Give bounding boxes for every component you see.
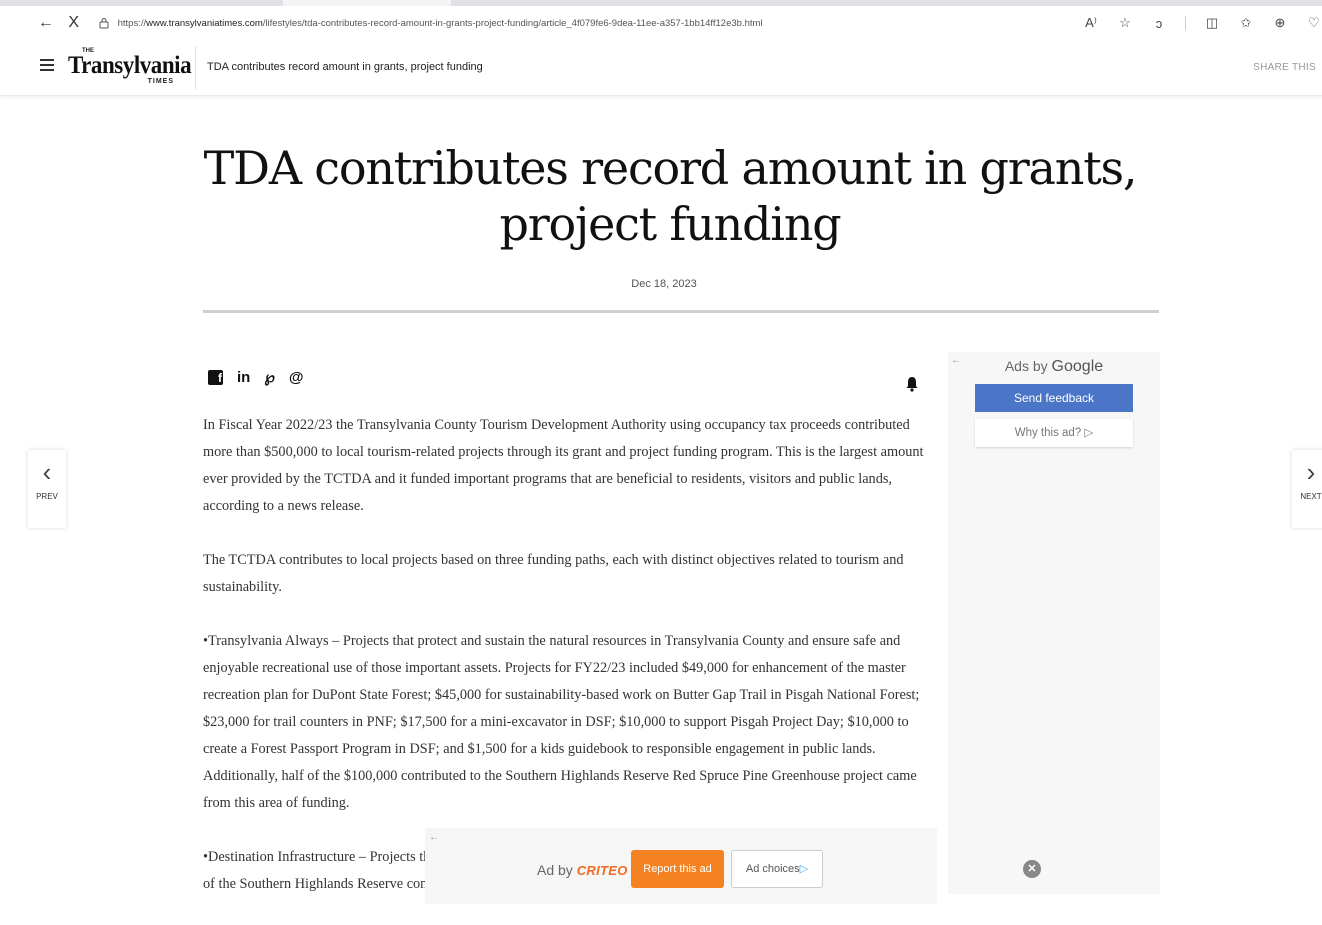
facebook-icon[interactable]: f <box>208 369 223 385</box>
article-headline: TDA contributes record amount in grants,… <box>203 141 1138 251</box>
ads-by-google-label: Ads by Google <box>948 358 1160 376</box>
logo-times: TIMES <box>147 78 174 85</box>
favorite-star-icon[interactable]: ☆ <box>1117 15 1133 31</box>
site-header: THE Transylvania TIMES TDA contributes r… <box>0 40 1322 96</box>
refresh-extension-icon[interactable]: ↄ <box>1151 16 1167 31</box>
stop-loading-icon[interactable]: X <box>62 14 86 32</box>
next-label: NEXT <box>1300 492 1322 501</box>
send-feedback-button[interactable]: Send feedback <box>975 384 1133 412</box>
collections-icon[interactable]: ⊕ <box>1272 15 1288 31</box>
pinterest-icon[interactable]: ℘ <box>264 368 274 386</box>
linkedin-icon[interactable]: in <box>237 369 250 386</box>
email-icon[interactable]: @ <box>289 369 304 386</box>
criteo-logo: CRITEO <box>576 863 628 878</box>
criteo-ad-bar: ← Ad by CRITEO Report this ad Ad choices… <box>425 828 937 904</box>
read-aloud-icon[interactable]: A⁾ <box>1083 15 1099 31</box>
favorites-icon[interactable]: ✩ <box>1238 15 1254 31</box>
why-this-ad-button[interactable]: Why this ad? ▷ <box>975 419 1133 447</box>
browser-toolbar: ← X https://www.transylvaniatimes.com/li… <box>0 0 1322 40</box>
lock-icon <box>99 18 109 29</box>
google-ad-panel: ← Ads by Google Send feedback Why this a… <box>948 352 1160 894</box>
article-paragraph: •Transylvania Always – Projects that pro… <box>203 633 920 811</box>
browser-essentials-icon[interactable]: ♡ <box>1306 15 1322 31</box>
notification-bell-icon[interactable] <box>905 376 919 392</box>
back-icon[interactable]: ← <box>34 14 58 32</box>
article-date: Dec 18, 2023 <box>631 278 697 290</box>
url-domain: www.transylvaniatimes.com <box>146 17 263 29</box>
ad-by-text: Ad by <box>537 862 577 878</box>
header-article-title: TDA contributes record amount in grants,… <box>207 61 483 73</box>
share-toolbar: f in ℘ @ <box>208 368 303 386</box>
site-logo[interactable]: THE Transylvania TIMES <box>68 48 192 86</box>
active-tab-indicator <box>283 0 451 6</box>
address-bar[interactable]: https://www.transylvaniatimes.com/lifest… <box>98 10 1075 36</box>
criteo-back-icon[interactable]: ← <box>429 832 439 843</box>
report-ad-button[interactable]: Report this ad <box>631 850 724 888</box>
url-prefix: https:// <box>117 17 147 29</box>
prev-label: PREV <box>36 492 58 501</box>
next-article-button[interactable]: › NEXT <box>1292 450 1322 528</box>
chevron-left-icon: ‹ <box>42 457 52 487</box>
url-path: /lifestyles/tda-contributes-record-amoun… <box>262 17 763 29</box>
logo-wordmark: Transylvania <box>68 52 192 79</box>
ads-by-text: Ads by <box>1004 358 1052 374</box>
ad-choices-button[interactable]: Ad choices▷ <box>731 850 823 888</box>
headline-divider <box>203 310 1159 313</box>
share-this-button[interactable]: SHARE THIS <box>1253 62 1316 73</box>
prev-article-button[interactable]: ‹ PREV <box>28 450 66 528</box>
article-paragraph: The TCTDA contributes to local projects … <box>203 552 904 595</box>
split-screen-icon[interactable]: ◫ <box>1204 15 1220 31</box>
ad-choices-label: Ad choices <box>745 863 800 875</box>
chevron-right-icon: › <box>1306 457 1316 487</box>
ad-by-criteo-label: Ad by CRITEO <box>537 862 628 878</box>
close-ad-icon[interactable]: ✕ <box>1023 860 1041 878</box>
article-paragraph: In Fiscal Year 2022/23 the Transylvania … <box>203 417 924 514</box>
google-wordmark: Google <box>1051 358 1104 375</box>
ad-choices-icon: ▷ <box>799 863 809 875</box>
browser-tool-icons: A⁾ ☆ ↄ ◫ ✩ ⊕ ♡ <box>1083 15 1322 31</box>
header-divider <box>195 46 196 90</box>
toolbar-separator <box>1185 16 1186 30</box>
menu-icon[interactable] <box>40 59 54 74</box>
